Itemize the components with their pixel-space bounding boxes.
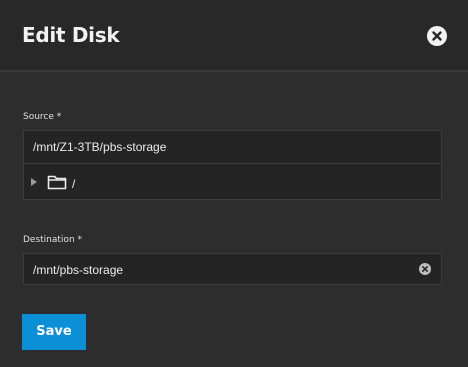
dialog-title: Edit Disk [22, 23, 120, 47]
clear-icon[interactable] [419, 263, 431, 275]
tree-node-label: / [72, 177, 76, 191]
source-explorer: /mnt/Z1-3TB/pbs-storage / [23, 130, 442, 200]
save-button[interactable]: Save [22, 314, 86, 350]
destination-label: Destination * [23, 235, 83, 245]
close-icon[interactable] [427, 26, 447, 46]
destination-value: /mnt/pbs-storage [33, 263, 124, 277]
caret-right-icon[interactable] [31, 178, 37, 186]
destination-input[interactable]: /mnt/pbs-storage [23, 253, 442, 285]
tree-node-root[interactable]: / [24, 165, 441, 199]
dialog-header: Edit Disk [0, 0, 468, 72]
folder-icon [47, 175, 67, 190]
source-path-input[interactable]: /mnt/Z1-3TB/pbs-storage [24, 131, 441, 164]
source-label: Source * [23, 112, 62, 122]
